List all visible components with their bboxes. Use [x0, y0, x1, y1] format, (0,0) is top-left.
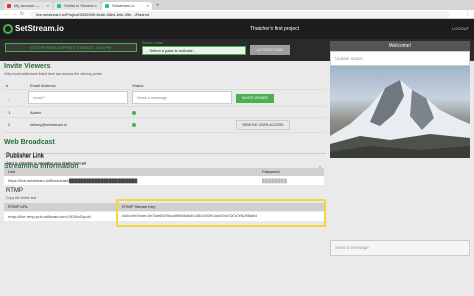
status-indicator-icon — [132, 111, 136, 115]
welcome-heading: Welcome! — [330, 41, 470, 51]
new-tab-icon[interactable]: + — [156, 2, 160, 10]
tab-favicon-icon — [57, 4, 61, 8]
url-input[interactable]: live.setstream.io/Project/3335939-8c6e-4… — [30, 11, 450, 18]
status-indicator-icon — [132, 123, 136, 127]
forward-icon[interactable]: → — [12, 11, 17, 18]
mountain-image — [330, 80, 470, 158]
brand-name: SetStream.io — [15, 24, 64, 33]
section-divider — [4, 153, 326, 154]
invite-subtitle: Only email addresses listed here can acc… — [4, 72, 102, 76]
address-bar-row: ← → ↻ live.setstream.io/Project/3335939-… — [0, 10, 474, 19]
row-index: 2 — [8, 122, 11, 127]
tab-label: Setstream.io — [112, 3, 135, 8]
close-tab-icon[interactable]: × — [95, 2, 97, 10]
new-row-index: - — [8, 97, 10, 102]
table-header-divider — [4, 89, 326, 90]
column-header-status: Status — [132, 83, 144, 88]
browser-tab-bar: My account — Setlist.io × Setlist.io Ses… — [0, 0, 474, 16]
rtmp-url-value[interactable]: rtmp://live-rtmp-pub.millicast.com:1935/… — [4, 212, 116, 221]
browser-tab[interactable]: Setlist.io Session Insi... × — [54, 2, 100, 16]
close-tab-icon[interactable]: × — [47, 2, 49, 10]
password-column-header: Password — [258, 168, 324, 176]
remove-user-access-button[interactable]: REMOVE USER ACCESS — [236, 120, 290, 130]
rtmp-subtitle: Copy the entire text — [6, 196, 37, 200]
rtmp-title: RTMP — [6, 188, 23, 194]
rtmp-url-column-header: RTMP URL — [4, 203, 116, 211]
browser-menu-icon[interactable]: ⋮ — [465, 11, 470, 18]
column-header-index: # — [6, 83, 9, 88]
tab-favicon-icon — [105, 4, 109, 8]
chat-message-input[interactable]: Send a message — [330, 240, 470, 256]
column-header-email: Email Address — [30, 83, 56, 88]
email-input[interactable]: email * — [28, 91, 128, 104]
project-title: Thatcher's first project — [250, 26, 300, 32]
logo-icon — [3, 24, 13, 34]
highlight-box — [116, 199, 326, 227]
video-preview[interactable] — [330, 66, 470, 158]
back-icon[interactable]: ← — [4, 11, 9, 18]
web-broadcast-title[interactable]: Web Broadcast — [4, 139, 55, 146]
app-header: SetStream.io Thatcher's first project LO… — [0, 19, 474, 39]
publisher-password-value[interactable]: ████████ — [258, 176, 324, 185]
invite-message-input[interactable]: Send a message — [132, 91, 232, 104]
publisher-link-value[interactable]: https://live.setstream.io/Broadcast/████… — [4, 176, 258, 185]
close-tab-icon[interactable]: × — [147, 2, 149, 10]
chat-panel — [330, 158, 470, 240]
table-row-divider — [4, 117, 326, 118]
invite-viewers-title: Invite Viewers — [4, 63, 51, 70]
brand-logo[interactable]: SetStream.io — [3, 23, 64, 35]
table-row-divider — [4, 106, 326, 107]
table-row-divider — [4, 132, 326, 133]
select-pass-label: Select a pass — [142, 41, 164, 45]
invite-viewer-button[interactable]: INVITE VIEWER — [236, 94, 274, 103]
status-input[interactable]: Update status — [330, 51, 470, 66]
reload-icon[interactable]: ↻ — [20, 11, 24, 18]
logout-link[interactable]: LOGOUT — [452, 25, 469, 33]
publisher-link-heading: Publisher Link — [6, 154, 44, 160]
pass-select[interactable]: - Select a pass to activate - — [142, 46, 246, 55]
link-column-header: Link — [4, 168, 258, 176]
browser-tab[interactable]: My account — Setlist.io × — [4, 2, 52, 16]
browser-tab-active[interactable]: Setstream.io × — [102, 2, 152, 10]
row-email: kelsey@setstream.io — [30, 122, 68, 127]
tab-favicon-icon — [7, 4, 11, 8]
active-pass-status: ACTIVE PASS EXPIRES 7/13/2021, 5:51 PM — [5, 43, 137, 52]
row-index: 1 — [8, 110, 11, 115]
row-email: Admin — [30, 110, 42, 115]
publisher-link-subtitle: Send to streamer to managing your stream… — [6, 162, 87, 166]
activate-pass-button[interactable]: ACTIVATE PASS — [250, 45, 290, 55]
